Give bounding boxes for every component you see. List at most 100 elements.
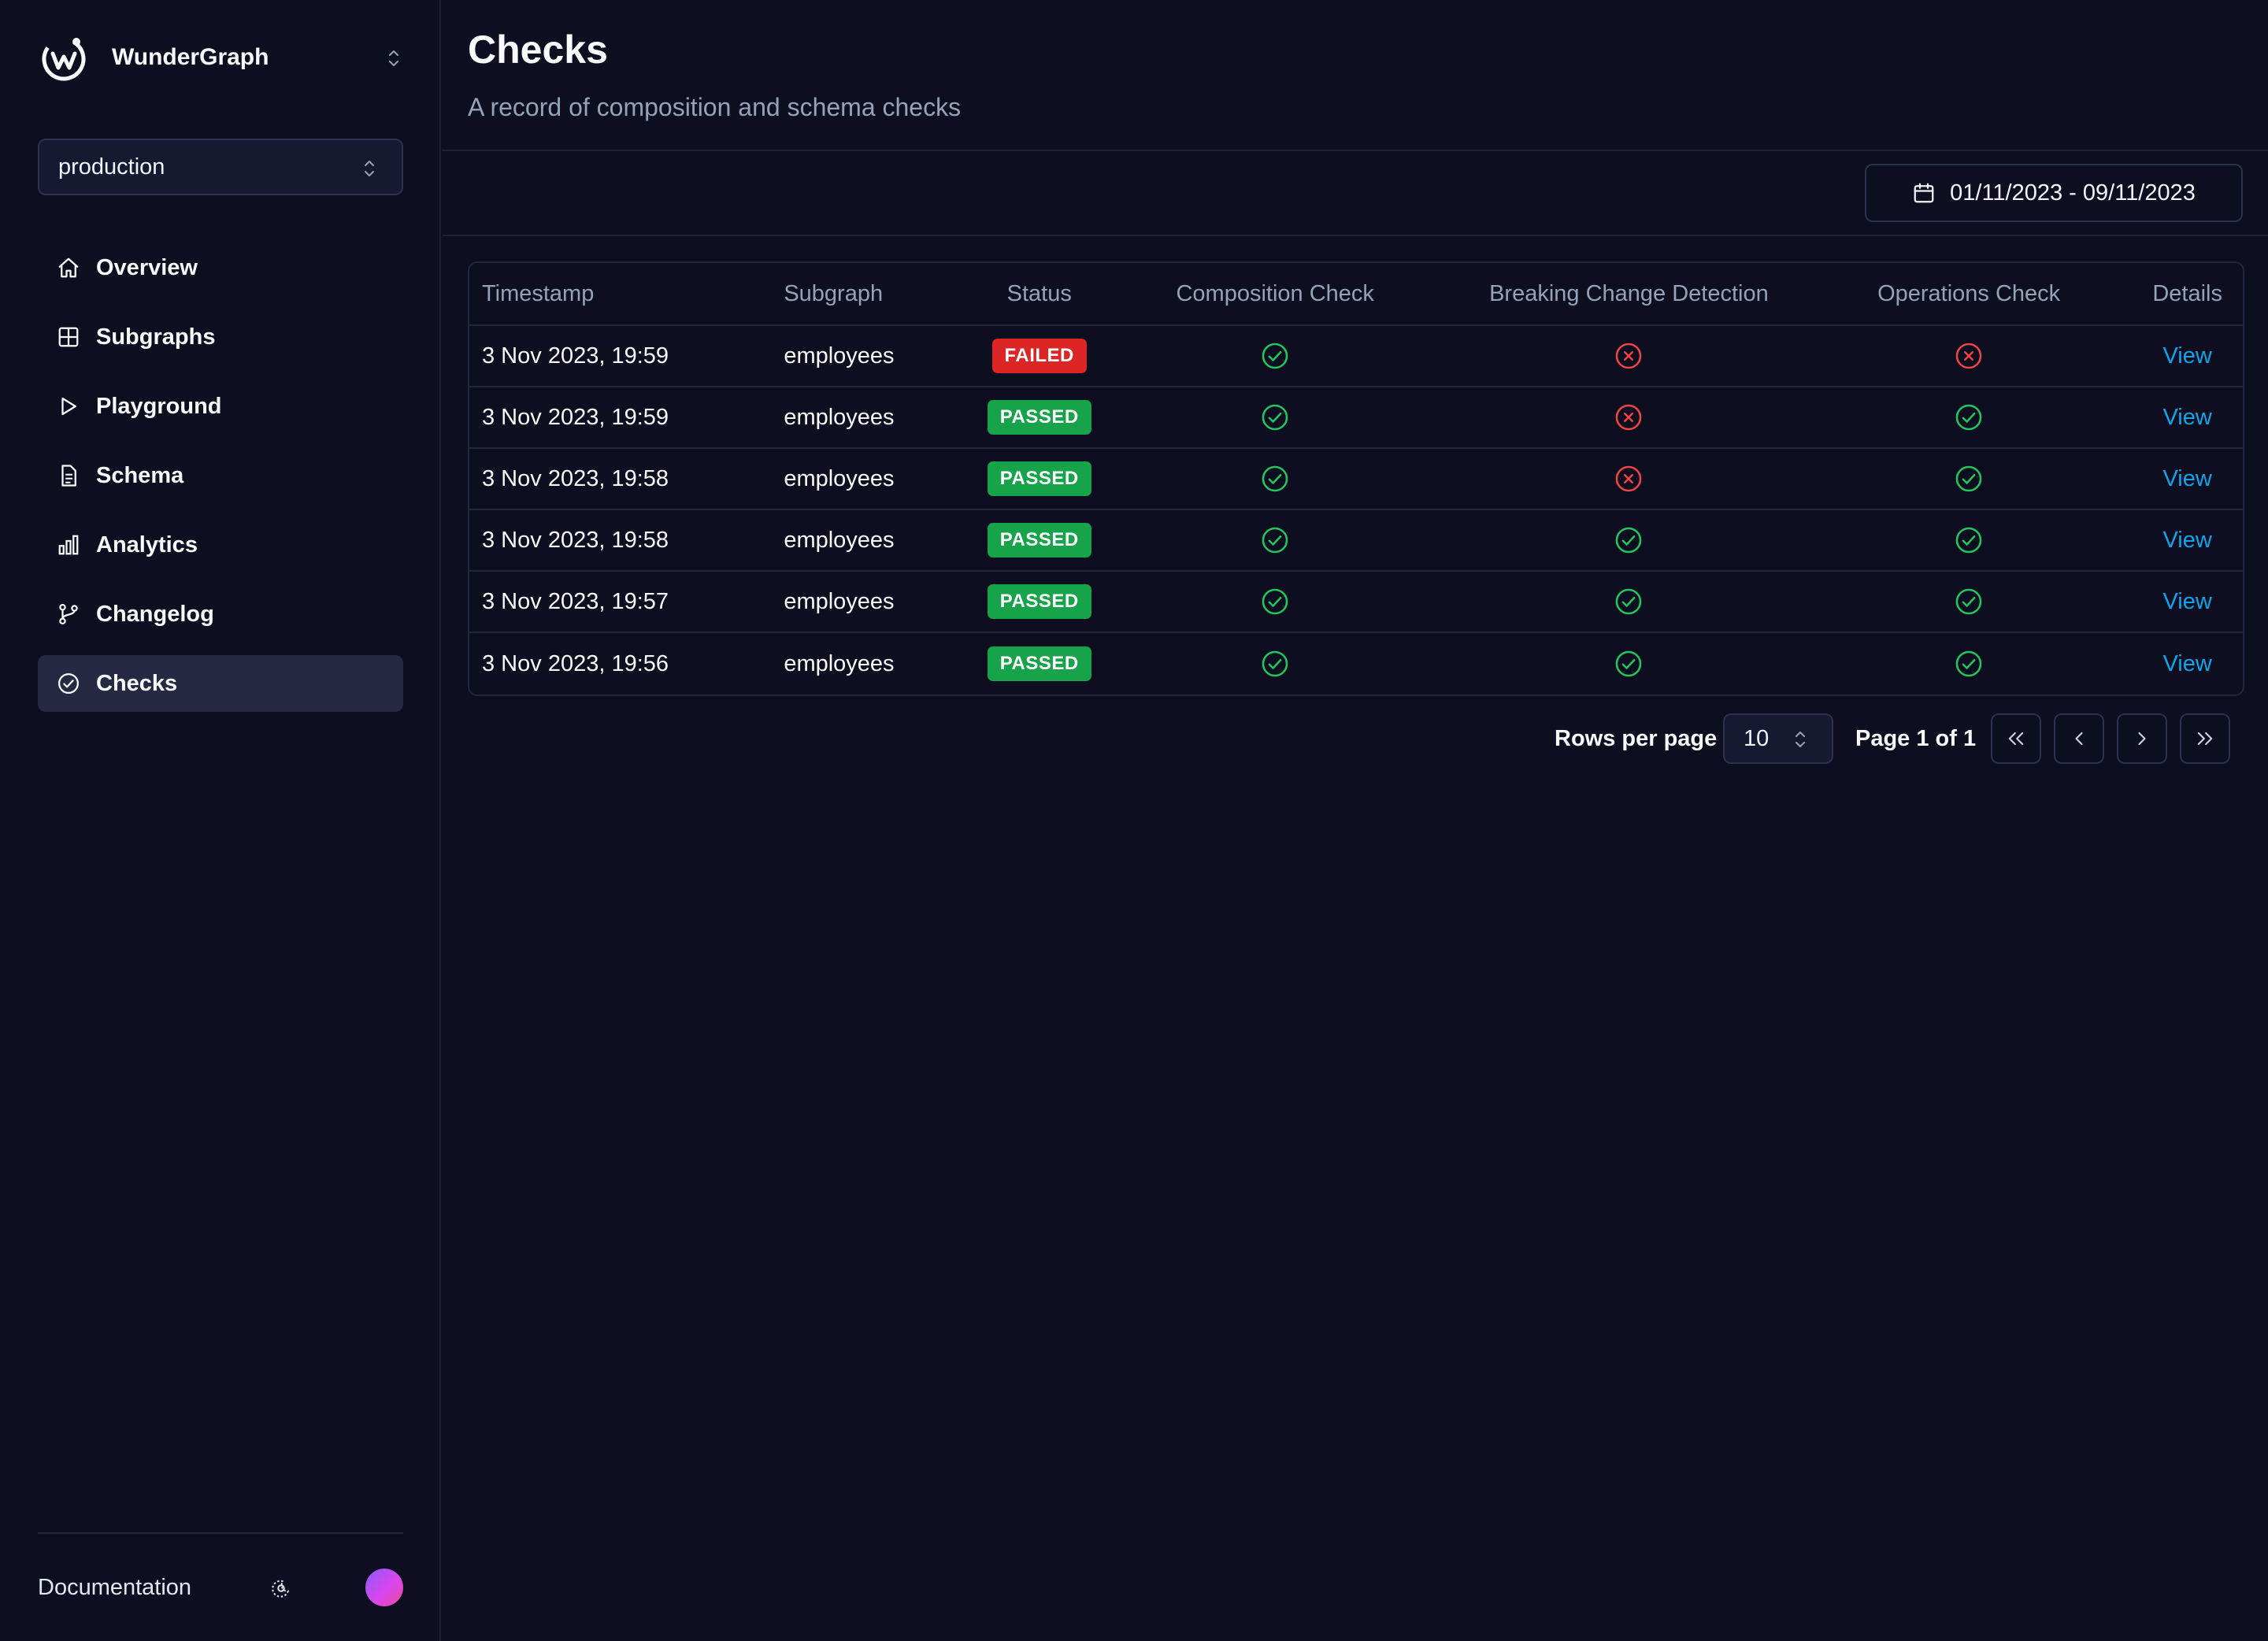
composition-check-cell (1099, 464, 1452, 494)
check-circle-icon (1954, 464, 1984, 494)
subgraph-cell: employees (784, 527, 895, 553)
sidebar-item-label: Changelog (96, 601, 214, 627)
status-badge: PASSED (987, 646, 1091, 681)
breaking-change-cell (1452, 587, 1806, 617)
rows-per-page-label: Rows per page (1555, 726, 1718, 751)
breaking-change-cell (1452, 649, 1806, 679)
check-circle-icon (1260, 464, 1290, 494)
check-circle-icon (1260, 341, 1290, 371)
details-cell: View (2132, 651, 2243, 677)
view-details-link[interactable]: View (2162, 466, 2211, 492)
check-circle-icon (1954, 525, 1984, 555)
chevron-left-icon (2075, 732, 2083, 746)
breaking-change-cell (1452, 341, 1806, 371)
sidebar-item-changelog[interactable]: Changelog (38, 586, 403, 643)
avatar[interactable] (365, 1569, 403, 1606)
table-row[interactable]: 3 Nov 2023, 19:58 employees PASSED View (469, 510, 2243, 572)
x-circle-icon (1614, 341, 1644, 371)
status-cell: PASSED (980, 584, 1099, 619)
page-title: Checks (468, 28, 608, 72)
chevron-up-down-icon[interactable] (384, 47, 403, 69)
checks-table: Timestamp Subgraph Status Composition Ch… (468, 261, 2244, 696)
rows-per-page-value: 10 (1744, 725, 1770, 751)
sidebar-item-analytics[interactable]: Analytics (38, 517, 403, 573)
status-cell: FAILED (980, 339, 1099, 373)
column-header-composition-check: Composition Check (1176, 280, 1374, 306)
play-icon (57, 395, 80, 418)
x-circle-icon (1954, 341, 1984, 371)
view-details-link[interactable]: View (2162, 343, 2211, 369)
chevrons-left-icon (2008, 732, 2024, 746)
view-details-link[interactable]: View (2162, 405, 2211, 431)
moon-sun-icon[interactable] (269, 1576, 293, 1600)
sidebar-item-schema[interactable]: Schema (38, 447, 403, 504)
operations-check-cell (1806, 649, 2132, 679)
git-branch-icon (57, 602, 80, 626)
breaking-change-cell (1452, 464, 1806, 494)
home-icon (57, 256, 80, 280)
composition-check-cell (1099, 341, 1452, 371)
table-body: 3 Nov 2023, 19:59 employees FAILED View 3 No… (469, 326, 2243, 695)
column-header-timestamp: Timestamp (482, 280, 595, 306)
environment-select[interactable]: production (38, 139, 403, 195)
check-circle-icon (1614, 649, 1644, 679)
table-row[interactable]: 3 Nov 2023, 19:58 employees PASSED View (469, 449, 2243, 510)
status-badge: PASSED (987, 461, 1091, 496)
table-row[interactable]: 3 Nov 2023, 19:59 employees FAILED View (469, 326, 2243, 387)
sidebar-item-overview[interactable]: Overview (38, 239, 403, 296)
operations-check-cell (1806, 587, 2132, 617)
column-header-breaking-change-detection: Breaking Change Detection (1489, 280, 1769, 306)
last-page-button[interactable] (2180, 713, 2230, 764)
date-range-picker-button[interactable]: 01/11/2023 - 09/11/2023 (1865, 164, 2243, 222)
timestamp-cell: 3 Nov 2023, 19:59 (482, 343, 669, 369)
view-details-link[interactable]: View (2162, 589, 2211, 615)
operations-check-cell (1806, 402, 2132, 432)
chevron-right-icon (2138, 732, 2146, 746)
view-details-link[interactable]: View (2162, 528, 2211, 554)
table-row[interactable]: 3 Nov 2023, 19:57 employees PASSED View (469, 572, 2243, 633)
pagination: Rows per page 10 Page 1 of 1 (443, 713, 2244, 764)
check-circle-icon (1614, 525, 1644, 555)
composition-check-cell (1099, 525, 1452, 555)
chevrons-right-icon (2197, 732, 2213, 746)
sidebar-item-label: Subgraphs (96, 324, 216, 350)
first-page-button[interactable] (1991, 713, 2041, 764)
page-subtitle: A record of composition and schema check… (468, 93, 962, 121)
documentation-link[interactable]: Documentation (38, 1575, 191, 1601)
sidebar-item-playground[interactable]: Playground (38, 378, 403, 435)
rows-per-page-select[interactable]: 10 (1723, 713, 1833, 764)
subgraph-cell: employees (784, 650, 895, 676)
org-switcher[interactable]: WunderGraph (38, 30, 403, 85)
composition-check-cell (1099, 402, 1452, 432)
chevron-up-down-icon (1796, 732, 1805, 747)
status-badge: PASSED (987, 584, 1091, 619)
breaking-change-cell (1452, 525, 1806, 555)
status-badge: PASSED (987, 400, 1091, 435)
table-row[interactable]: 3 Nov 2023, 19:59 employees PASSED View (469, 387, 2243, 449)
org-name: WunderGraph (112, 44, 269, 70)
chevron-up-down-icon (365, 161, 374, 176)
page-info: Page 1 of 1 (1855, 726, 1977, 751)
sidebar-item-subgraphs[interactable]: Subgraphs (38, 309, 403, 365)
table-row[interactable]: 3 Nov 2023, 19:56 employees PASSED View (469, 633, 2243, 695)
subgraph-cell: employees (784, 343, 895, 369)
date-range-label: 01/11/2023 - 09/11/2023 (1950, 180, 2196, 206)
check-circle-icon (1260, 587, 1290, 617)
view-details-link[interactable]: View (2162, 651, 2211, 677)
previous-page-button[interactable] (2054, 713, 2104, 764)
status-cell: PASSED (980, 461, 1099, 496)
file-text-icon (57, 464, 80, 487)
operations-check-cell (1806, 341, 2132, 371)
status-badge: FAILED (991, 339, 1087, 373)
composition-check-cell (1099, 649, 1452, 679)
calendar-icon (1914, 183, 1934, 203)
next-page-button[interactable] (2117, 713, 2167, 764)
composition-check-cell (1099, 587, 1452, 617)
column-header-subgraph: Subgraph (784, 280, 884, 306)
toolbar-divider (443, 235, 2268, 236)
sidebar-item-checks[interactable]: Checks (38, 655, 403, 712)
header-divider (443, 150, 2268, 151)
check-circle-icon (57, 672, 80, 695)
column-header-operations-check: Operations Check (1877, 280, 2061, 306)
check-circle-icon (1954, 649, 1984, 679)
